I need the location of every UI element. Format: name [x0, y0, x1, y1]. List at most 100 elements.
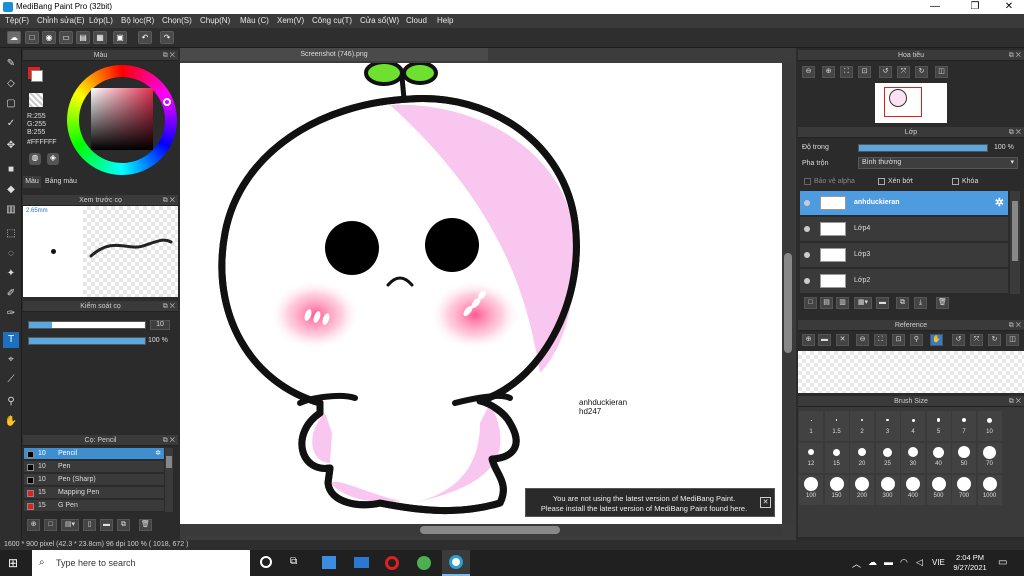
brush-size-option[interactable]: 700 [952, 475, 976, 505]
operation-tool-icon[interactable]: ⌖ [3, 352, 19, 368]
menu-tools[interactable]: Công cụ(T) [312, 16, 352, 25]
menu-window[interactable]: Cửa sổ(W) [360, 16, 399, 25]
reset-view-icon[interactable]: ◫ [935, 66, 948, 78]
brush-size-option[interactable]: 25 [875, 443, 900, 473]
brush-size-option[interactable]: 30 [901, 443, 925, 473]
windows-start-icon[interactable]: ⊞ [8, 557, 20, 569]
redo-icon[interactable]: ↷ [160, 31, 174, 44]
wifi-icon[interactable]: ◠ [900, 557, 908, 568]
grid-icon[interactable]: ▦ [93, 31, 107, 44]
brush-size-option[interactable]: 300 [875, 475, 900, 505]
panel-controls-icon[interactable]: ⧉ ✕ [163, 301, 175, 312]
layer-row[interactable]: anhduckieran ✲ [800, 191, 1008, 216]
brush-size-option[interactable]: 3 [875, 411, 900, 441]
add-reference-icon[interactable]: ⊕ [802, 334, 815, 346]
primary-color-swatch[interactable] [31, 70, 43, 82]
select-tool-icon[interactable]: ⬚ [3, 226, 19, 242]
panel-controls-icon[interactable]: ⧉ ✕ [163, 435, 175, 446]
move-tool-icon[interactable]: ✥ [3, 138, 19, 154]
lasso-tool-icon[interactable]: ◌ [3, 246, 19, 262]
panel-controls-icon[interactable]: ⧉ ✕ [1009, 396, 1021, 407]
brush-size-option[interactable]: 70 [977, 443, 1002, 473]
divide-tool-icon[interactable]: ⟋ [3, 372, 19, 388]
brush-size-option[interactable]: 500 [926, 475, 951, 505]
brush-size-option[interactable]: 4 [901, 411, 925, 441]
brush-list-scrollbar[interactable] [165, 448, 173, 512]
task-view-icon[interactable]: ⧉ [290, 556, 302, 568]
transparent-swatch[interactable] [29, 93, 43, 107]
saturation-square[interactable] [91, 88, 153, 150]
rotate-right-icon[interactable]: ↻ [915, 66, 928, 78]
panel-controls-icon[interactable]: ⧉ ✕ [163, 195, 175, 206]
visibility-icon[interactable] [804, 226, 810, 232]
brush-opacity-slider[interactable] [28, 337, 146, 345]
eraser-tool-icon[interactable]: ◇ [3, 76, 19, 92]
layer-scrollbar[interactable] [1010, 191, 1020, 294]
brush-size-option[interactable]: 1 [799, 411, 823, 441]
menu-help[interactable]: Help [437, 16, 453, 25]
select-pen-icon[interactable]: ✐ [3, 286, 19, 302]
search-box[interactable]: ⌕ Type here to search [32, 550, 250, 576]
brush-size-option[interactable]: 50 [952, 443, 976, 473]
clipping-checkbox[interactable] [878, 178, 885, 185]
pen-tool-icon[interactable]: ✓ [3, 116, 19, 132]
visibility-icon[interactable] [804, 200, 810, 206]
menu-file[interactable]: Tệp(F) [5, 16, 29, 25]
gear-icon[interactable]: ✲ [155, 448, 161, 460]
tab-color[interactable]: Màu [23, 176, 41, 188]
new-halftone-layer-icon[interactable]: ▤ [820, 297, 833, 309]
maximize-button[interactable]: ❐ [960, 0, 990, 14]
chevron-up-icon[interactable]: ︿ [852, 557, 861, 570]
menu-cloud[interactable]: Cloud [406, 16, 427, 25]
menu-edit[interactable]: Chỉnh sửa(E) [37, 16, 85, 25]
layer-opacity-slider[interactable] [858, 144, 988, 152]
hand-icon[interactable]: ✋ [930, 334, 943, 346]
gear-icon[interactable]: ✲ [995, 196, 1004, 209]
layer-folder-icon[interactable]: ▬ [876, 297, 889, 309]
zoom-out-icon[interactable]: ⊖ [802, 66, 815, 78]
menu-filter[interactable]: Bộ lọc(R) [121, 16, 154, 25]
speaker-icon[interactable]: ◁ [916, 557, 923, 568]
folder-tray-icon[interactable]: ▬ [884, 557, 893, 567]
eyedropper-icon[interactable]: ⚲ [3, 394, 19, 410]
close-button[interactable]: ✕ [994, 0, 1024, 14]
gradient-tool-icon[interactable]: ▥ [3, 202, 19, 218]
merge-layer-icon[interactable]: ⤓ [914, 297, 927, 309]
brush-size-option[interactable]: 15 [824, 443, 849, 473]
brush-size-option[interactable]: 5 [926, 411, 951, 441]
rect-tool-icon[interactable]: ▢ [3, 96, 19, 112]
duplicate-layer-icon[interactable]: ⧉ [896, 297, 909, 309]
app-icon[interactable] [417, 556, 431, 570]
network-icon[interactable]: ☁ [868, 557, 877, 568]
select-eraser-icon[interactable]: ✑ [3, 306, 19, 322]
clock[interactable]: 2:04 PM 9/27/2021 [952, 553, 988, 573]
rotate-right-icon[interactable]: ↻ [988, 334, 1001, 346]
eyedrop-color-icon[interactable]: ◈ [47, 153, 59, 165]
zoom-out-icon[interactable]: ⊖ [856, 334, 869, 346]
store-icon[interactable] [322, 556, 336, 569]
panel-controls-icon[interactable]: ⧉ ✕ [163, 50, 175, 61]
visibility-icon[interactable] [804, 278, 810, 284]
lock-checkbox[interactable] [952, 178, 959, 185]
brush-size-option[interactable]: 1.5 [824, 411, 849, 441]
comment-icon[interactable]: ◉ [42, 31, 56, 44]
panel-controls-icon[interactable]: ⧉ ✕ [1009, 127, 1021, 138]
layer-menu-icon[interactable]: ▦▾ [854, 297, 872, 309]
brush-item[interactable]: 15 Mapping Pen [24, 487, 164, 499]
fit-icon[interactable]: ⛶ [840, 66, 853, 78]
fit-icon[interactable]: ⛶ [874, 334, 887, 346]
brush-tool-icon[interactable]: ✎ [3, 56, 19, 72]
text-tool-icon[interactable]: T [3, 332, 19, 348]
opera-icon[interactable] [385, 556, 399, 570]
magic-wand-icon[interactable]: ✦ [3, 266, 19, 282]
undo-icon[interactable]: ↶ [138, 31, 152, 44]
bucket-tool-icon[interactable]: ◆ [3, 182, 19, 198]
open-folder-icon[interactable]: ▬ [818, 334, 831, 346]
cloud-icon[interactable]: ☁ [7, 31, 21, 44]
palette-icon[interactable]: ◍ [29, 153, 41, 165]
layer-row[interactable]: Lớp3 [800, 243, 1008, 268]
blend-mode-select[interactable]: Bình thường ▾ [858, 157, 1018, 169]
visibility-icon[interactable] [804, 252, 810, 258]
menu-capture[interactable]: Chụp(N) [200, 16, 230, 25]
panel-controls-icon[interactable]: ⧉ ✕ [1009, 50, 1021, 61]
